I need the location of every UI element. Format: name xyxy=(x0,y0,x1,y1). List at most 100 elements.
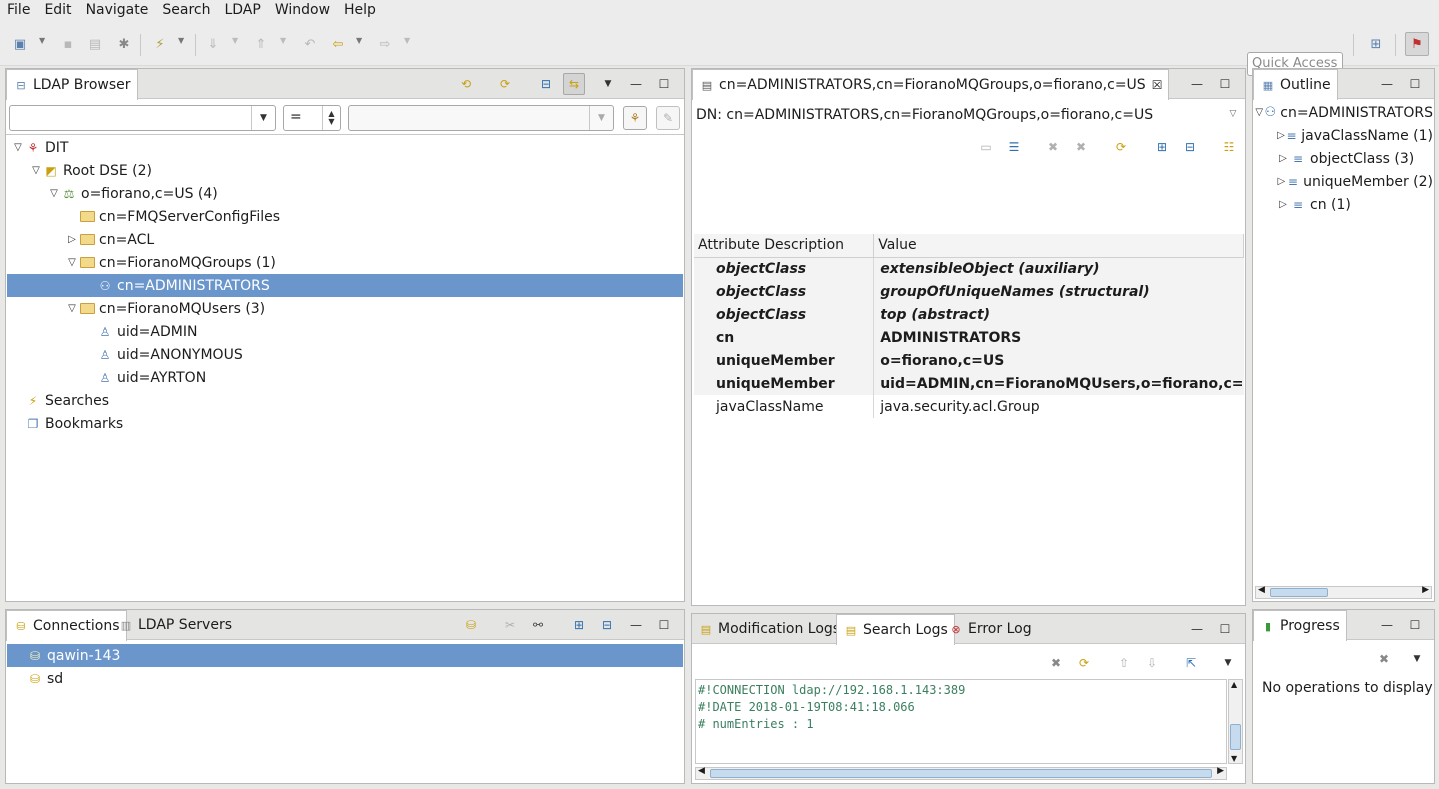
menu-ldap[interactable]: LDAP xyxy=(217,0,267,22)
print-icon[interactable]: ▤ xyxy=(85,34,105,54)
table-row[interactable]: cn ADMINISTRATORS xyxy=(694,326,1244,349)
collapsed-twisty-icon[interactable]: ▷ xyxy=(65,234,79,245)
next-annotation-icon[interactable]: ⇓ xyxy=(203,34,223,54)
save-icon[interactable]: ▪ xyxy=(58,34,78,54)
show-operational-icon[interactable]: ☷ xyxy=(1220,138,1238,156)
outline-item[interactable]: ▷ ≡ cn (1) xyxy=(1254,193,1433,216)
table-row[interactable]: objectClass groupOfUniqueNames (structura… xyxy=(694,280,1244,303)
minimize-icon[interactable]: — xyxy=(628,617,644,633)
attribute-value[interactable]: uid=ADMIN,cn=FioranoMQUsers,o=fiorano,c= xyxy=(873,372,1244,395)
expanded-twisty-icon[interactable]: ▽ xyxy=(47,188,61,199)
tree-node[interactable]: ⚇ cn=ADMINISTRATORS xyxy=(7,274,683,297)
attribute-value[interactable]: o=fiorano,c=US xyxy=(873,349,1244,372)
dn-dropdown-icon[interactable]: ▽ xyxy=(1225,106,1241,122)
refresh-icon[interactable]: ⟳ xyxy=(1075,654,1093,672)
open-connection-icon[interactable]: ⚯ xyxy=(529,616,547,634)
tab-ldap-servers[interactable]: ▥ LDAP Servers xyxy=(112,610,238,640)
attribute-value[interactable]: groupOfUniqueNames (structural) xyxy=(873,280,1244,303)
next-annotation-dropdown-icon[interactable]: ▼ xyxy=(232,36,238,45)
attribute-value[interactable]: top (abstract) xyxy=(873,303,1244,326)
minimize-icon[interactable]: — xyxy=(628,76,644,92)
scroll-up-icon[interactable]: ⇧ xyxy=(1115,654,1133,672)
attribute-value[interactable]: java.security.acl.Group xyxy=(873,395,1244,418)
disconnect-icon[interactable]: ✂ xyxy=(501,616,519,634)
menu-search[interactable]: Search xyxy=(155,0,217,22)
new-value-icon[interactable]: ▭ xyxy=(977,138,995,156)
operator-combo[interactable]: = ▲ ▼ xyxy=(283,105,341,131)
attribute-value[interactable]: ADMINISTRATORS xyxy=(873,326,1244,349)
menu-edit[interactable]: Edit xyxy=(37,0,78,22)
connection-item[interactable]: ⛁ qawin-143 xyxy=(7,644,683,667)
scrollbar-thumb[interactable] xyxy=(1270,588,1328,597)
new-connection-icon[interactable]: ⛁ xyxy=(462,616,480,634)
scrollbar-thumb[interactable] xyxy=(710,769,1212,778)
refresh-icon[interactable]: ⟳ xyxy=(496,75,514,93)
outline-item[interactable]: ▷ ≡ javaClassName (1) xyxy=(1254,124,1433,147)
tab-outline[interactable]: ▦ Outline xyxy=(1253,69,1338,100)
quick-search-icon[interactable]: ⚘ xyxy=(623,106,647,130)
back-icon[interactable]: ⇦ xyxy=(328,34,348,54)
forward-icon[interactable]: ⇨ xyxy=(375,34,395,54)
scroll-up-arrow-icon[interactable]: ▲ xyxy=(1231,680,1237,689)
settings-icon[interactable]: ✱ xyxy=(114,34,134,54)
tree-node[interactable]: ❐ Bookmarks xyxy=(7,412,683,435)
maximize-icon[interactable]: ☐ xyxy=(1217,621,1233,637)
tree-node[interactable]: ♙ uid=AYRTON xyxy=(7,366,683,389)
connect-dropdown-icon[interactable]: ▼ xyxy=(178,36,184,45)
collapsed-twisty-icon[interactable]: ▷ xyxy=(1276,199,1290,210)
attribute-value[interactable]: extensibleObject (auxiliary) xyxy=(873,257,1244,280)
maximize-icon[interactable]: ☐ xyxy=(1217,76,1233,92)
forward-dropdown-icon[interactable]: ▼ xyxy=(404,36,410,45)
tab-progress[interactable]: ▮ Progress xyxy=(1253,610,1347,641)
tree-node[interactable]: ♙ uid=ADMIN xyxy=(7,320,683,343)
scroll-down-arrow-icon[interactable]: ▼ xyxy=(1231,754,1237,763)
open-perspective-icon[interactable]: ⊞ xyxy=(1366,34,1386,54)
outline-item[interactable]: ▷ ≡ uniqueMember (2) xyxy=(1254,170,1433,193)
connection-item[interactable]: ⛁ sd xyxy=(7,667,683,690)
last-edit-icon[interactable]: ↶ xyxy=(300,34,320,54)
tree-node[interactable]: ♙ uid=ANONYMOUS xyxy=(7,343,683,366)
scroll-left-icon[interactable]: ◀ xyxy=(698,766,705,776)
table-row[interactable]: objectClass extensibleObject (auxiliary) xyxy=(694,257,1244,280)
menu-file[interactable]: File xyxy=(0,0,37,22)
expanded-twisty-icon[interactable]: ▽ xyxy=(29,165,43,176)
horizontal-scrollbar[interactable]: ◀ ▶ xyxy=(695,766,1227,780)
clear-log-icon[interactable]: ✖ xyxy=(1047,654,1065,672)
value-combo[interactable]: ▼ xyxy=(348,105,614,131)
view-menu-icon[interactable]: ▼ xyxy=(1220,655,1236,671)
horizontal-scrollbar[interactable]: ◀ ▶ xyxy=(1255,585,1432,599)
maximize-icon[interactable]: ☐ xyxy=(1407,76,1423,92)
new-dropdown-icon[interactable]: ▼ xyxy=(39,36,45,45)
tab-entry-editor[interactable]: ▤ cn=ADMINISTRATORS,cn=FioranoMQGroups,o… xyxy=(692,69,1170,100)
tree-node[interactable]: ▽ ⚖ o=fiorano,c=US (4) xyxy=(7,182,683,205)
delete-all-icon[interactable]: ✖ xyxy=(1072,138,1090,156)
collapse-all-icon[interactable]: ⊟ xyxy=(1181,138,1199,156)
table-row[interactable]: uniqueMember o=fiorano,c=US xyxy=(694,349,1244,372)
prev-annotation-dropdown-icon[interactable]: ▼ xyxy=(280,36,286,45)
tab-ldap-browser[interactable]: ⊟ LDAP Browser xyxy=(6,69,138,100)
outline-item[interactable]: ▷ ≡ objectClass (3) xyxy=(1254,147,1433,170)
collapsed-twisty-icon[interactable]: ▷ xyxy=(1276,130,1286,141)
prev-annotation-icon[interactable]: ⇑ xyxy=(251,34,271,54)
column-header-attribute[interactable]: Attribute Description xyxy=(694,234,875,258)
collapse-all-icon[interactable]: ⊟ xyxy=(537,75,555,93)
clear-search-icon[interactable]: ✎ xyxy=(656,106,680,130)
expand-all-icon[interactable]: ⊞ xyxy=(1153,138,1171,156)
new-attribute-icon[interactable]: ☰ xyxy=(1005,138,1023,156)
vertical-scrollbar[interactable]: ▲ ▼ xyxy=(1228,679,1243,764)
scroll-left-icon[interactable]: ◀ xyxy=(1258,585,1265,595)
scroll-down-icon[interactable]: ⇩ xyxy=(1143,654,1161,672)
minimize-icon[interactable]: — xyxy=(1189,76,1205,92)
expand-all-icon[interactable]: ⊞ xyxy=(570,616,588,634)
chevron-down-icon[interactable]: ▼ xyxy=(589,106,613,130)
scroll-right-icon[interactable]: ▶ xyxy=(1422,585,1429,595)
maximize-icon[interactable]: ☐ xyxy=(656,617,672,633)
link-with-editor-icon[interactable]: ⟲ xyxy=(457,75,475,93)
view-menu-icon[interactable]: ▼ xyxy=(600,76,616,92)
expand-twisty-icon[interactable]: ▽ xyxy=(1254,107,1264,118)
tab-modification-logs[interactable]: ▤ Modification Logs xyxy=(692,614,846,644)
close-icon[interactable]: ☒ xyxy=(1152,78,1163,92)
maximize-icon[interactable]: ☐ xyxy=(1407,617,1423,633)
table-row[interactable]: javaClassName java.security.acl.Group xyxy=(694,395,1244,418)
tree-node[interactable]: ▽ cn=FioranoMQGroups (1) xyxy=(7,251,683,274)
